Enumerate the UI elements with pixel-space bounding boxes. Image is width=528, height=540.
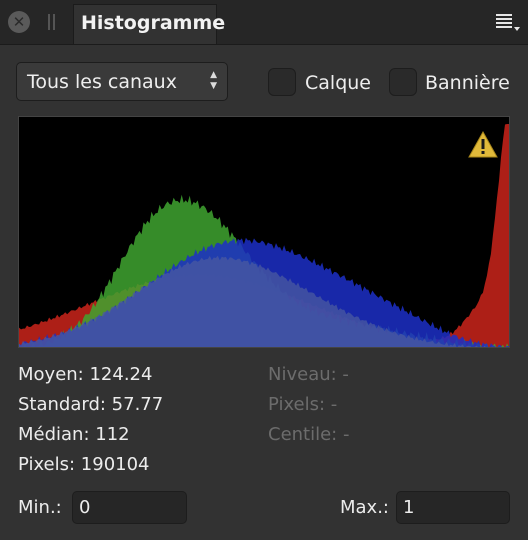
panel-menu-icon[interactable] [494,12,524,34]
tab-title: Histogramme [81,12,226,34]
stat-mean: Moyen: 124.24 [18,364,153,385]
stat-level-pixels: Pixels: - [268,394,338,415]
max-input[interactable]: 1 [396,491,510,524]
min-input[interactable]: 0 [72,491,187,524]
histogram-graph [19,124,509,347]
max-label: Max.: [340,497,389,518]
warning-icon[interactable] [468,131,498,158]
marquee-checkbox[interactable] [389,68,417,96]
histogram-display [18,116,510,348]
panel-tab-bar: ✕ Histogramme [0,0,528,45]
tab-histogram[interactable]: Histogramme [73,4,225,44]
channel-select[interactable]: Tous les canaux ▲ ▼ [16,62,228,101]
layer-checkbox-label[interactable]: Calque [305,72,371,94]
stat-level: Niveau: - [268,364,349,385]
stat-median: Médian: 112 [18,424,130,445]
layer-checkbox[interactable] [268,68,296,96]
channel-select-value: Tous les canaux [27,71,177,93]
marquee-checkbox-label[interactable]: Bannière [425,72,510,94]
min-label: Min.: [18,497,62,518]
close-icon[interactable]: ✕ [8,11,30,33]
drag-grip-icon[interactable] [48,14,56,30]
stat-std: Standard: 57.77 [18,394,164,415]
stat-percentile: Centile: - [268,424,350,445]
stat-pixels: Pixels: 190104 [18,454,150,475]
select-arrows-icon: ▲ ▼ [210,70,217,91]
